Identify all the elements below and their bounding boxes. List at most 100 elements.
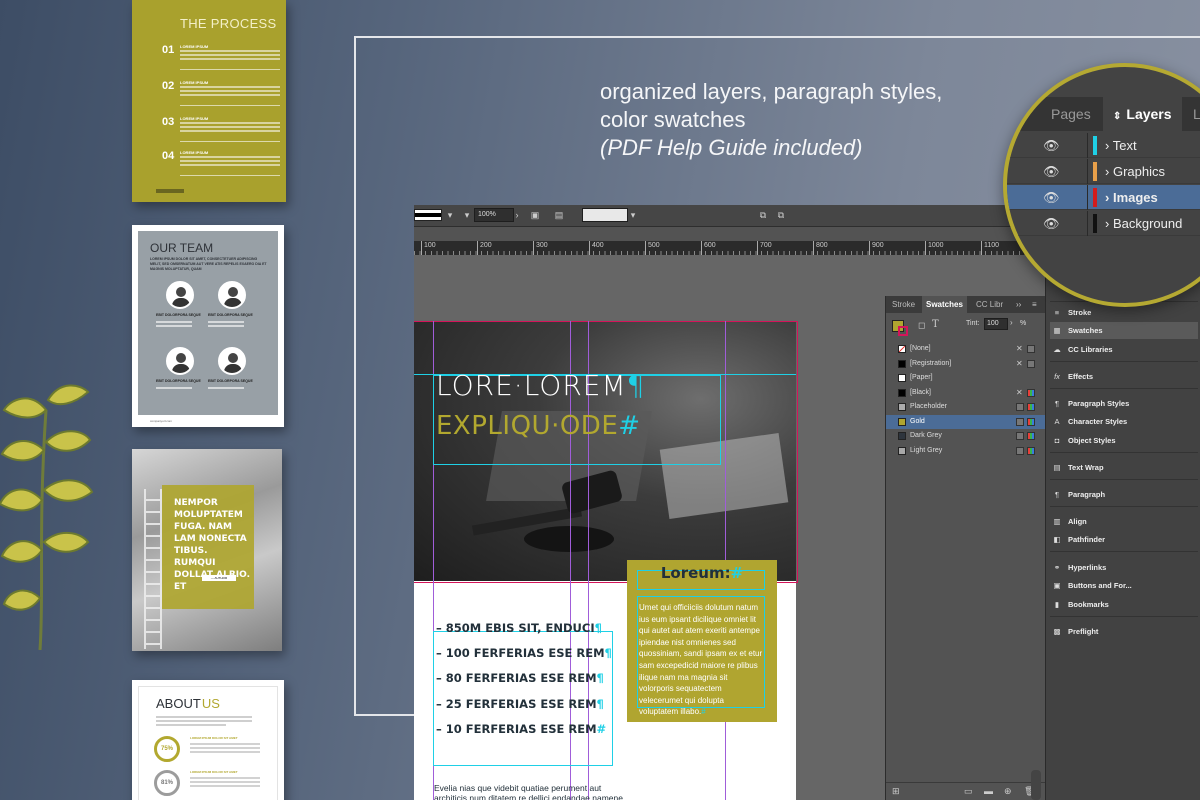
ruler-tick: 600: [701, 241, 716, 255]
thumb-our-team: OUR TEAM LOREM IPSUM DOLOR SIT AMET, CON…: [132, 225, 284, 427]
ruler-tick: 500: [645, 241, 660, 255]
swatch-row-selected[interactable]: Gold: [886, 414, 1046, 429]
dock-item-hyperlinks[interactable]: ⚭ Hyperlinks: [1050, 559, 1198, 576]
page-title-line1: LORE·LOREM¶: [436, 369, 646, 402]
stroke-style-field[interactable]: [582, 208, 628, 222]
thumb-about-title: ABOUT US: [156, 696, 220, 711]
stroke-weight-swatch[interactable]: [414, 209, 442, 221]
team-member-name: EBIT DOLORPORA SEQUE: [156, 379, 201, 383]
list-item: – 100 FERFERIAS ESE REM¶: [436, 646, 612, 661]
tab-cc-libraries[interactable]: CC Libr: [972, 296, 1007, 313]
dock-item-text-wrap[interactable]: ▤ Text Wrap: [1050, 459, 1198, 476]
dock-item-align[interactable]: ▥ Align: [1050, 513, 1198, 530]
eye-icon[interactable]: 👁: [1043, 185, 1060, 210]
tab-links[interactable]: Li: [1183, 97, 1200, 131]
process-step-number: 02: [162, 80, 175, 92]
gold-callout-box[interactable]: Loreum:# Umet qui officiiciis dolutum na…: [627, 560, 777, 722]
zoom-field[interactable]: 100%: [474, 208, 514, 222]
layer-name: › Text: [1105, 138, 1137, 153]
stats-list: – 850M EBIS SIT, ENDUCI¶ – 100 FERFERIAS…: [436, 621, 612, 747]
thumb-footer-bar: [156, 189, 184, 193]
swatch-row[interactable]: [Paper]: [886, 371, 1046, 386]
panel-options-icon[interactable]: ≡: [1028, 296, 1041, 313]
stroke-swatch-icon[interactable]: [898, 326, 908, 336]
swatch-row[interactable]: Placeholder: [886, 400, 1046, 415]
dock-item-swatches[interactable]: ▦ Swatches: [1050, 322, 1198, 339]
panel-menu-icon[interactable]: ››: [1012, 296, 1025, 313]
swatch-row[interactable]: [Black] ✕: [886, 386, 1046, 401]
eye-icon[interactable]: 👁: [1043, 159, 1060, 184]
text-icon[interactable]: T: [932, 319, 939, 330]
tint-input[interactable]: 100: [984, 318, 1008, 330]
thumb-about-us: ABOUT US 75% 81% LOREM IPSUM DOLOR SIT A…: [132, 680, 284, 800]
cc-libraries-icon: ☁: [1053, 345, 1061, 354]
new-color-group-icon[interactable]: ▭: [964, 786, 973, 797]
process-step-title: LOREM IPSUM: [180, 116, 209, 121]
page-title-line2: EXPLIQU·ODE#: [436, 411, 641, 441]
layer-row-text[interactable]: 👁 › Text: [1007, 133, 1200, 158]
tab-layers[interactable]: ⇕ Layers: [1103, 97, 1182, 131]
document-page[interactable]: LORE·LOREM¶ EXPLIQU·ODE# Loreum:# Umet q…: [414, 321, 798, 800]
ruler-tick: 400: [589, 241, 604, 255]
layer-row-graphics[interactable]: 👁 › Graphics: [1007, 159, 1200, 184]
dock-item-character-styles[interactable]: A Character Styles: [1050, 413, 1198, 430]
effects-icon: fx: [1054, 372, 1060, 381]
dock-item-effects[interactable]: fx Effects: [1050, 368, 1198, 385]
tab-pages[interactable]: Pages: [1041, 97, 1101, 131]
dock-item-object-styles[interactable]: ◘ Object Styles: [1050, 432, 1198, 449]
process-step-number: 03: [162, 116, 175, 128]
stat-label: LOREM IPSUM DOLOR SIT AMET: [190, 770, 238, 774]
folder-icon[interactable]: ▬: [984, 786, 993, 796]
paragraph-icon: ¶: [1054, 490, 1060, 499]
swatches-panel-tabs: Stroke Swatches CC Libr ›› ≡: [886, 296, 1046, 313]
tint-label: Tint:: [966, 320, 980, 327]
dock-item-cc-libraries[interactable]: ☁ CC Libraries: [1050, 341, 1198, 358]
chevron-down-icon[interactable]: ▾: [626, 208, 640, 222]
show-swatches-icon[interactable]: ⊞: [892, 786, 900, 797]
paragraph-styles-icon: ¶: [1054, 399, 1060, 408]
chevron-right-icon[interactable]: ›: [510, 208, 524, 222]
swatch-row[interactable]: [Registration] ✕: [886, 357, 1046, 372]
team-member-name: EBIT DOLORPORA SEQUE: [208, 379, 253, 383]
chevron-down-icon[interactable]: ▾: [443, 208, 457, 222]
character-styles-icon: A: [1054, 417, 1060, 426]
headline-line: organized layers, paragraph styles,: [600, 79, 943, 104]
stroke-icon: ≡: [1054, 308, 1060, 317]
frame-fit-icon[interactable]: ⧉: [774, 208, 788, 222]
dock-item-buttons-and-forms[interactable]: ▣ Buttons and For...: [1050, 577, 1198, 594]
new-swatch-icon[interactable]: ⊕: [1004, 786, 1012, 797]
dock-item-pathfinder[interactable]: ◧ Pathfinder: [1050, 531, 1198, 548]
ruler-tick: 200: [477, 241, 492, 255]
process-step-number: 01: [162, 44, 175, 56]
dock-item-bookmarks[interactable]: ▮ Bookmarks: [1050, 596, 1198, 613]
layer-name: › Images: [1105, 190, 1158, 205]
list-item: – 10 FERFERIAS ESE REM#: [436, 721, 607, 736]
swatch-row[interactable]: Dark Grey: [886, 429, 1046, 444]
ruler-tick: 700: [757, 241, 772, 255]
layer-row-images[interactable]: 👁 › Images: [1007, 185, 1200, 210]
swatch-row[interactable]: Light Grey: [886, 444, 1046, 459]
avatar: [166, 347, 194, 375]
dock-item-paragraph[interactable]: ¶ Paragraph: [1050, 486, 1198, 503]
layer-row-background[interactable]: 👁 › Background: [1007, 211, 1200, 236]
plant-decoration: [0, 384, 94, 650]
tint-unit: %: [1020, 320, 1027, 327]
scrollbar[interactable]: [1031, 770, 1041, 800]
tab-swatches[interactable]: Swatches: [922, 296, 967, 313]
swatch-row[interactable]: [None] ✕: [886, 342, 1046, 357]
align-icon[interactable]: ▤: [552, 208, 566, 222]
dock-item-paragraph-styles[interactable]: ¶ Paragraph Styles: [1050, 395, 1198, 412]
tab-stroke[interactable]: Stroke: [888, 296, 919, 313]
headline-line: (PDF Help Guide included): [600, 135, 863, 160]
align-icon[interactable]: ▣: [528, 208, 542, 222]
container-icon[interactable]: ◻: [918, 320, 925, 331]
chevron-right-icon[interactable]: ›: [1010, 318, 1013, 327]
eye-icon[interactable]: 👁: [1043, 133, 1060, 158]
dock-item-preflight[interactable]: ▩ Preflight: [1050, 623, 1198, 640]
eye-icon[interactable]: 👁: [1043, 211, 1060, 236]
frame-fit-icon[interactable]: ⧉: [756, 208, 770, 222]
chevron-down-icon[interactable]: ▾: [460, 208, 474, 222]
thumb-the-process: THE PROCESS 01 LOREM IPSUM 02 LOREM IPSU…: [132, 0, 286, 202]
swatches-panel: Stroke Swatches CC Libr ›› ≡ ◻ T Tint: 1…: [885, 296, 1046, 800]
layers-panel-tabs: Pages ⇕Layers Li: [1007, 97, 1200, 131]
